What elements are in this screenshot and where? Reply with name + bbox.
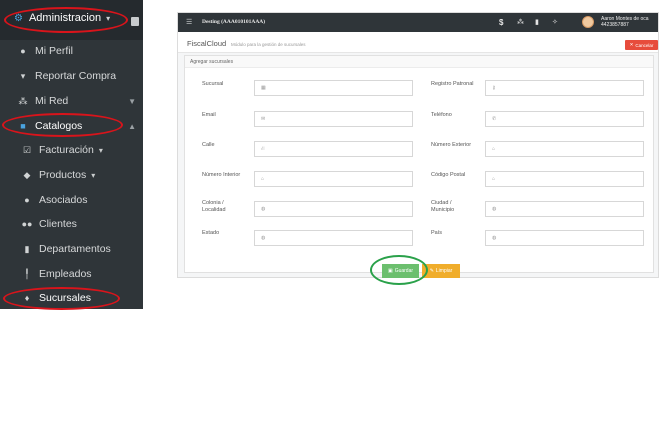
caret-down-icon: ▾ (91, 170, 96, 180)
user-info[interactable]: Aaron Montes de oca 4423857887 (601, 16, 649, 28)
section-title: Agregar sucursales (190, 59, 234, 65)
field-label-numero-exterior: Número Exterior (431, 142, 472, 148)
close-icon: ✕ (629, 42, 634, 47)
sidebar-item-label: Clientes (39, 218, 77, 230)
panel-header: Agregar sucursales (185, 56, 653, 68)
sidebar-item-label: Empleados (39, 268, 92, 280)
sitemap-icon: ⁂ (18, 95, 28, 106)
user-icon: ● (24, 195, 30, 205)
tags-icon: ◆ (23, 169, 31, 180)
check-square-icon: ☑ (22, 144, 32, 155)
globe-icon: ◍ (492, 206, 497, 212)
field-label-pais: País (431, 230, 443, 236)
globe-icon: ◍ (492, 235, 497, 241)
caret-up-icon: ▲ (128, 121, 136, 131)
sidebar-item-label: Productos (39, 169, 87, 181)
highlight-sucursales (3, 287, 120, 310)
form-panel: Agregar sucursales Sucursal ▦ Registro P… (184, 55, 654, 278)
building-icon: ▮ (24, 243, 30, 254)
numero-interior-input[interactable]: ⌂ (254, 171, 413, 187)
estado-select[interactable]: ◍ (254, 230, 413, 246)
company-brand: Desting (AAA010101AAA) (202, 19, 266, 25)
avatar[interactable] (582, 16, 594, 28)
building-icon: ▦ (261, 85, 266, 91)
field-label-numero-interior: Número Interior (202, 172, 241, 178)
registro-patronal-input[interactable]: ⚷ (485, 80, 644, 96)
sidebar-item-facturacion[interactable]: ☑ Facturación ▾ (0, 138, 143, 162)
sucursal-input[interactable]: ▦ (254, 80, 413, 96)
book-icon[interactable]: ▮ (535, 18, 539, 26)
field-label-calle: Calle (202, 142, 215, 148)
home-icon: ⌂ (492, 176, 496, 182)
sidebar-item-clientes[interactable]: ●● Clientes (0, 212, 143, 236)
clear-button-label: Limpiar (435, 268, 453, 274)
field-label-estado: Estado (202, 230, 220, 236)
phone-icon: ✆ (492, 116, 497, 122)
pais-select[interactable]: ◍ (485, 230, 644, 246)
user-phone: 4423857887 (601, 22, 629, 28)
envelope-icon: ✉ (261, 116, 266, 122)
top-navbar: ☰ Desting (AAA010101AAA) $ ⁂ ▮ ✧ Aaron M… (178, 13, 658, 32)
eraser-icon: ✎ (429, 268, 434, 274)
page-title: FiscalCloud (187, 39, 227, 48)
cancel-button[interactable]: ✕ Cancelar (625, 40, 658, 50)
caret-down-icon: ▾ (98, 145, 103, 155)
dollar-icon[interactable]: $ (499, 18, 503, 27)
cancel-button-label: Cancelar (635, 42, 654, 48)
sidebar-item-label: Asociados (39, 194, 88, 206)
key-icon: ⚷ (492, 85, 496, 91)
field-label-colonia: Colonia / Localidad (202, 200, 226, 213)
highlight-administracion (4, 7, 128, 33)
ciudad-input[interactable]: ◍ (485, 201, 644, 217)
sidebar-item-mi-perfil[interactable]: ● Mi Perfil (0, 39, 143, 63)
page-header: FiscalCloud Módulo para la gestión de su… (178, 32, 658, 53)
numero-exterior-input[interactable]: ⌂ (485, 141, 644, 157)
telefono-input[interactable]: ✆ (485, 111, 644, 127)
road-icon: ⛙ (261, 146, 265, 152)
globe-icon: ◍ (261, 206, 266, 212)
sidebar-item-empleados[interactable]: ╿ Empleados (0, 262, 143, 286)
sidebar-item-label: Mi Perfil (35, 45, 73, 57)
home-icon: ⌂ (261, 176, 265, 182)
highlight-save (370, 255, 428, 285)
sidebar-item-mi-red[interactable]: ⁂ Mi Red ▼ (0, 89, 143, 113)
users-icon: ●● (21, 219, 33, 229)
cart-icon: ▾ (20, 70, 26, 81)
sidebar-item-label: Departamentos (39, 243, 111, 255)
sidebar: ⚙ Administracion ▾ ● Mi Perfil ▾ Reporta… (0, 0, 143, 309)
field-label-codigo-postal: Código Postal (431, 172, 466, 178)
sidebar-item-label: Facturación (39, 144, 94, 156)
email-input[interactable]: ✉ (254, 111, 413, 127)
field-label-registro-patronal: Registro Patronal (431, 81, 474, 87)
field-label-sucursal: Sucursal (202, 81, 224, 87)
calle-input[interactable]: ⛙ (254, 141, 413, 157)
document-icon[interactable] (131, 17, 139, 26)
field-label-telefono: Teléfono (431, 112, 452, 118)
codigo-postal-input[interactable]: ⌂ (485, 171, 644, 187)
page-description: Módulo para la gestión de sucursales (231, 42, 306, 47)
sidebar-item-departamentos[interactable]: ▮ Departamentos (0, 237, 143, 261)
user-icon: ● (20, 46, 26, 56)
male-icon: ╿ (24, 268, 30, 279)
sidebar-item-label: Mi Red (35, 95, 69, 107)
sidebar-item-reportar-compra[interactable]: ▾ Reportar Compra (0, 64, 143, 88)
sidebar-item-productos[interactable]: ◆ Productos ▾ (0, 163, 143, 187)
sidebar-item-label: Reportar Compra (35, 70, 117, 82)
highlight-catalogos (2, 113, 123, 137)
sidebar-item-asociados[interactable]: ● Asociados (0, 188, 143, 212)
app-window: ☰ Desting (AAA010101AAA) $ ⁂ ▮ ✧ Aaron M… (177, 12, 659, 278)
sitemap-icon[interactable]: ⁂ (517, 18, 524, 26)
field-label-email: Email (202, 112, 216, 118)
colonia-input[interactable]: ◍ (254, 201, 413, 217)
wrench-icon[interactable]: ✧ (552, 18, 558, 26)
caret-down-icon: ▼ (128, 96, 136, 106)
field-label-ciudad: Ciudad / Municipio (431, 200, 455, 213)
home-icon: ⌂ (492, 146, 496, 152)
globe-icon: ◍ (261, 235, 266, 241)
menu-toggle-icon[interactable]: ☰ (186, 18, 192, 26)
